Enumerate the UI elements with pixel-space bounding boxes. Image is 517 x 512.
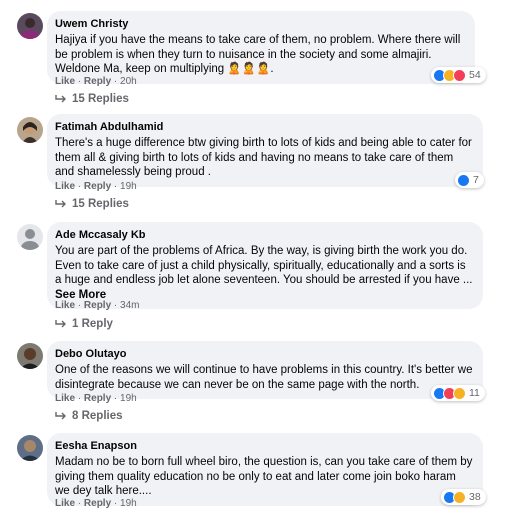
comment-actions: Like · Reply · 20h bbox=[55, 76, 137, 87]
comment-author[interactable]: Eesha Enapson bbox=[55, 440, 473, 453]
comment-actions: Like · Reply · 34m bbox=[55, 300, 140, 311]
reaction-summary[interactable]: 54 bbox=[431, 67, 486, 83]
love-reaction-icon bbox=[453, 68, 466, 82]
comment-bubble: Uwem Christy Hajiya if you have the mean… bbox=[47, 11, 475, 84]
comment-text: There's a huge difference btw giving bir… bbox=[55, 137, 472, 178]
comment-text: One of the reasons we will continue to h… bbox=[55, 364, 473, 391]
replies-count: 15 Replies bbox=[72, 198, 129, 210]
comment-author[interactable]: Debo Olutayo bbox=[55, 348, 473, 361]
reaction-count: 7 bbox=[473, 174, 479, 186]
comment-actions: Like · Reply · 19h bbox=[55, 393, 137, 404]
view-replies-button[interactable]: 15 Replies bbox=[55, 198, 129, 210]
reply-button[interactable]: Reply bbox=[84, 76, 111, 87]
comment-text: Madam no be to born full wheel biro, the… bbox=[55, 456, 473, 497]
see-more-link[interactable]: See More bbox=[55, 289, 106, 301]
comment-text: Hajiya if you have the means to take car… bbox=[55, 34, 461, 75]
reaction-count: 11 bbox=[469, 387, 480, 399]
comment-text: You are part of the problems of Africa. … bbox=[55, 244, 473, 302]
reply-arrow-icon bbox=[55, 200, 66, 208]
comment-actions: Like · Reply · 19h bbox=[55, 181, 137, 192]
replies-count: 8 Replies bbox=[72, 410, 123, 422]
like-reaction-icon bbox=[457, 173, 470, 187]
like-button[interactable]: Like bbox=[55, 393, 75, 404]
reply-button[interactable]: Reply bbox=[84, 181, 111, 192]
comment-time[interactable]: 19h bbox=[120, 498, 137, 509]
view-replies-button[interactable]: 1 Reply bbox=[55, 318, 113, 330]
comment-author[interactable]: Uwem Christy bbox=[55, 18, 465, 31]
comment-bubble: Ade Mccasaly Kb You are part of the prob… bbox=[47, 222, 483, 309]
like-button[interactable]: Like bbox=[55, 76, 75, 87]
comment-actions: Like · Reply · 19h bbox=[55, 498, 137, 509]
haha-reaction-icon bbox=[453, 386, 466, 400]
comment-time[interactable]: 19h bbox=[120, 181, 137, 192]
reaction-summary[interactable]: 11 bbox=[431, 385, 485, 401]
comment-author[interactable]: Ade Mccasaly Kb bbox=[55, 229, 473, 242]
reply-button[interactable]: Reply bbox=[84, 300, 111, 311]
comment-bubble: Debo Olutayo One of the reasons we will … bbox=[47, 341, 483, 399]
comment-time[interactable]: 34m bbox=[120, 300, 139, 311]
reply-button[interactable]: Reply bbox=[84, 498, 111, 509]
haha-reaction-icon bbox=[453, 490, 466, 504]
avatar[interactable] bbox=[17, 224, 43, 250]
reply-arrow-icon bbox=[55, 320, 66, 328]
reaction-summary[interactable]: 7 bbox=[455, 172, 484, 188]
like-button[interactable]: Like bbox=[55, 300, 75, 311]
replies-count: 15 Replies bbox=[72, 93, 129, 105]
comment-bubble: Fatimah Abdulhamid There's a huge differ… bbox=[47, 114, 483, 187]
avatar[interactable] bbox=[17, 435, 43, 461]
reply-button[interactable]: Reply bbox=[84, 393, 111, 404]
reaction-count: 54 bbox=[469, 69, 481, 81]
comment-time[interactable]: 20h bbox=[120, 76, 137, 87]
replies-count: 1 Reply bbox=[72, 318, 113, 330]
like-button[interactable]: Like bbox=[55, 498, 75, 509]
reaction-count: 38 bbox=[469, 491, 481, 503]
avatar[interactable] bbox=[17, 343, 43, 369]
avatar[interactable] bbox=[17, 13, 43, 39]
comment-time[interactable]: 19h bbox=[120, 393, 137, 404]
reply-arrow-icon bbox=[55, 412, 66, 420]
comment-author[interactable]: Fatimah Abdulhamid bbox=[55, 121, 473, 134]
comment-bubble: Eesha Enapson Madam no be to born full w… bbox=[47, 433, 483, 506]
avatar[interactable] bbox=[17, 117, 43, 143]
view-replies-button[interactable]: 8 Replies bbox=[55, 410, 123, 422]
like-button[interactable]: Like bbox=[55, 181, 75, 192]
reply-arrow-icon bbox=[55, 95, 66, 103]
view-replies-button[interactable]: 15 Replies bbox=[55, 93, 129, 105]
reaction-summary[interactable]: 38 bbox=[441, 489, 486, 505]
comment-text-body: You are part of the problems of Africa. … bbox=[55, 245, 473, 286]
